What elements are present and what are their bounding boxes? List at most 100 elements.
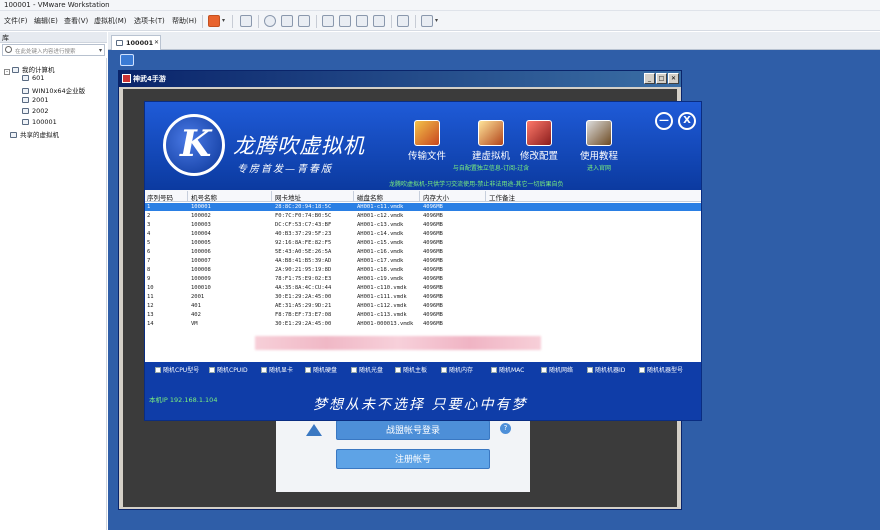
tree-item-shared-vms[interactable]: 共享的虚拟机 <box>10 129 59 139</box>
fullscreen-icon[interactable] <box>356 15 368 27</box>
checkbox-icon[interactable] <box>639 367 645 373</box>
checkbox-icon[interactable] <box>351 367 357 373</box>
cell-disk: AH001-000013.vmdk <box>357 321 414 327</box>
vm-manager-app: K 龙腾吹虚拟机 专房首发—青春版 传输文件 建虚拟机 与自配置独立信息-订阅-… <box>144 101 702 421</box>
checkbox-random-gpu[interactable]: 随机显卡 <box>261 365 293 374</box>
table-row[interactable]: 11 2001 30:E1:29:2A:45:00 AH001-c111.vmdk 40… <box>145 293 701 301</box>
cell-mac: DC:CF:53:C7:43:BF <box>275 222 332 228</box>
transfer-files-button[interactable]: 传输文件 <box>399 120 455 174</box>
maximize-button[interactable]: □ <box>656 73 667 84</box>
chevron-down-icon[interactable]: ▾ <box>99 47 102 54</box>
snapshot-restore-icon[interactable] <box>281 15 293 27</box>
alliance-login-button[interactable]: 战盟帐号登录 <box>336 420 490 440</box>
column-header[interactable]: 工作备注 <box>489 192 515 202</box>
table-row[interactable]: 8 100008 2A:90:21:95:19:8D AH001-c18.vmdk 40… <box>145 266 701 274</box>
cell-memory: 4096MB <box>423 240 443 246</box>
close-icon[interactable]: ✕ <box>154 39 159 46</box>
cell-mac: F0:7C:F0:74:B0:5C <box>275 213 332 219</box>
table-row[interactable]: 13 402 F8:7B:EF:73:E7:08 AH001-c113.vmdk 409… <box>145 311 701 319</box>
tree-item-vm[interactable]: 2002 <box>22 107 49 115</box>
menu-vm[interactable]: 虚拟机(M) <box>94 16 127 26</box>
checkbox-random-machine-id[interactable]: 随机机器ID <box>587 365 625 374</box>
checkbox-random-network[interactable]: 随机网络 <box>541 365 573 374</box>
cell-mac: 2A:90:21:95:19:8D <box>275 267 332 273</box>
minimize-icon[interactable]: — <box>655 112 673 130</box>
table-row[interactable]: 9 100009 78:F1:75:E9:02:E3 AH001-c19.vmdk 40… <box>145 275 701 283</box>
desktop-icon[interactable] <box>120 54 134 66</box>
tree-item-vm[interactable]: 601 <box>22 74 44 82</box>
table-row[interactable]: 6 100006 5E:43:A0:5E:26:5A AH001-c16.vmdk 40… <box>145 248 701 256</box>
menu-tabs[interactable]: 选项卡(T) <box>134 16 165 26</box>
tree-item-vm[interactable]: WIN10x64企业版 <box>22 85 85 95</box>
table-row[interactable]: 1 100001 28:8C:20:94:18:5C AH001-c11.vmdk 40… <box>145 203 701 211</box>
table-row[interactable]: 4 100004 40:B3:37:29:5F:23 AH001-c14.vmdk 40… <box>145 230 701 238</box>
help-icon[interactable]: ? <box>500 423 511 434</box>
tree-item-vm[interactable]: 2001 <box>22 96 49 104</box>
tab-vm[interactable]: 100001 ✕ <box>111 35 161 50</box>
cell-mac: 40:B3:37:29:5F:23 <box>275 231 332 237</box>
checkbox-icon[interactable] <box>395 367 401 373</box>
library-search-input[interactable]: 在此处键入内容进行搜索 ▾ <box>2 44 105 56</box>
checkbox-icon[interactable] <box>587 367 593 373</box>
table-row[interactable]: 7 100007 4A:B8:41:B5:39:AD AH001-c17.vmdk 40… <box>145 257 701 265</box>
column-header[interactable]: 网卡地址 <box>275 192 301 202</box>
chevron-down-icon[interactable]: ▾ <box>435 17 438 24</box>
checkbox-random-memory[interactable]: 随机内存 <box>441 365 473 374</box>
table-row[interactable]: 3 100003 DC:CF:53:C7:43:BF AH001-c13.vmdk 40… <box>145 221 701 229</box>
checkbox-random-cpu-model[interactable]: 随机CPU型号 <box>155 365 199 374</box>
menu-file[interactable]: 文件(F) <box>4 16 28 26</box>
table-row[interactable]: 5 100005 92:16:8A:FE:82:F5 AH001-c15.vmdk 40… <box>145 239 701 247</box>
tree-item-vm[interactable]: 100001 <box>22 118 57 126</box>
chevron-down-icon[interactable]: ▾ <box>222 17 225 24</box>
checkbox-icon[interactable] <box>305 367 311 373</box>
collapse-icon[interactable]: - <box>4 69 10 75</box>
table-row[interactable]: 10 100010 4A:35:8A:4C:CU:44 AH001-c110.vmdk… <box>145 284 701 292</box>
cell-memory: 4096MB <box>423 303 443 309</box>
vm-icon <box>116 40 123 46</box>
close-button[interactable]: ✕ <box>668 73 679 84</box>
send-keys-icon[interactable] <box>240 15 252 27</box>
menu-help[interactable]: 帮助(H) <box>172 16 197 26</box>
checkbox-icon[interactable] <box>209 367 215 373</box>
menu-view[interactable]: 查看(V) <box>64 16 88 26</box>
close-icon[interactable]: X <box>678 112 696 130</box>
checkbox-random-disk[interactable]: 随机硬盘 <box>305 365 337 374</box>
column-header[interactable]: 机号名称 <box>191 192 217 202</box>
power-icon[interactable] <box>208 15 220 27</box>
snapshot-clock-icon[interactable] <box>264 15 276 27</box>
console-icon[interactable] <box>397 15 409 27</box>
cell-memory: 4096MB <box>423 231 443 237</box>
menu-edit[interactable]: 编辑(E) <box>34 16 58 26</box>
minimize-button[interactable]: _ <box>644 73 655 84</box>
table-row[interactable]: 2 100002 F0:7C:F0:74:B0:5C AH001-c12.vmdk 40… <box>145 212 701 220</box>
table-row[interactable]: 14 VM 30:E1:29:2A:45:00 AH001-000013.vmdk 40… <box>145 320 701 328</box>
thumbnail-view-icon[interactable] <box>339 15 351 27</box>
column-header[interactable]: 内存大小 <box>423 192 449 202</box>
tutorial-icon <box>586 120 612 146</box>
checkbox-random-machine-model[interactable]: 随机机器型号 <box>639 365 683 374</box>
snapshot-manager-icon[interactable] <box>298 15 310 27</box>
checkbox-random-cdrom[interactable]: 随机光盘 <box>351 365 383 374</box>
checkbox-icon[interactable] <box>261 367 267 373</box>
stretch-icon[interactable] <box>421 15 433 27</box>
library-view-icon[interactable] <box>322 15 334 27</box>
checkbox-icon[interactable] <box>155 367 161 373</box>
cell-name: 100006 <box>191 249 211 255</box>
cell-index: 14 <box>147 321 154 327</box>
login-panel: 战盟帐号登录 ? 注册帐号 <box>276 412 530 492</box>
checkbox-random-mainboard[interactable]: 随机主板 <box>395 365 427 374</box>
checkbox-random-mac[interactable]: 随机MAC <box>491 365 524 374</box>
register-button[interactable]: 注册帐号 <box>336 449 490 469</box>
checkbox-icon[interactable] <box>441 367 447 373</box>
checkbox-icon[interactable] <box>491 367 497 373</box>
tutorial-button[interactable]: 使用教程 进入官网 <box>571 120 627 174</box>
cell-name: 100002 <box>191 213 211 219</box>
checkbox-random-cpuid[interactable]: 随机CPUID <box>209 365 248 374</box>
column-divider <box>485 191 486 201</box>
table-row[interactable]: 12 401 AE:31:A5:29:9D:21 AH001-c112.vmdk 409… <box>145 302 701 310</box>
checkbox-icon[interactable] <box>541 367 547 373</box>
unity-icon[interactable] <box>373 15 385 27</box>
column-header[interactable]: 磁盘名称 <box>357 192 383 202</box>
column-header[interactable]: 序列号码 <box>147 192 173 202</box>
modify-config-button[interactable]: 修改配置 <box>511 120 567 174</box>
